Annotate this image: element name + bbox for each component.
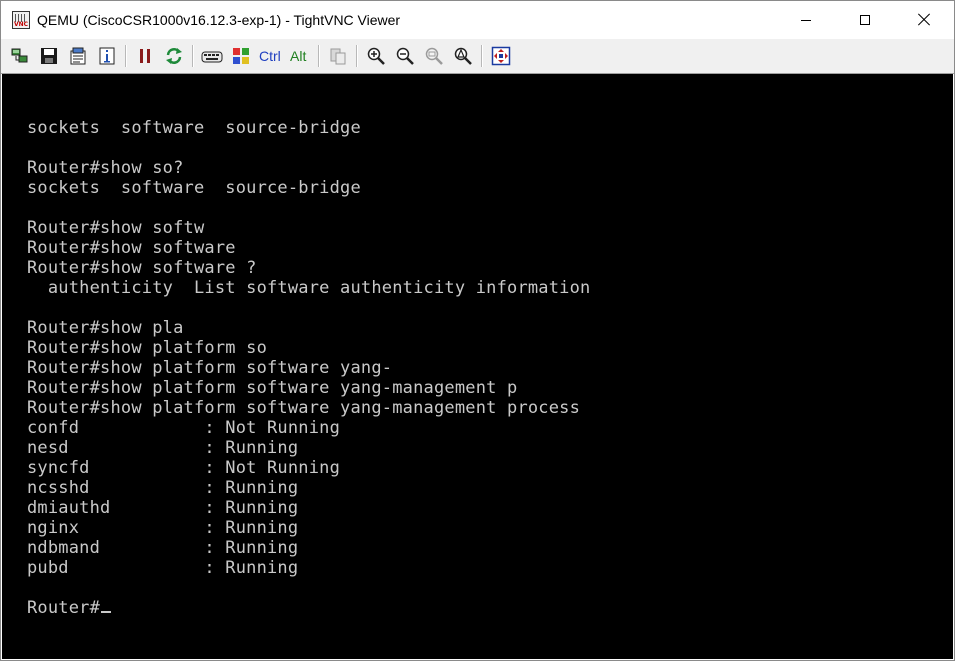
- ctrl-alt-del-icon: [201, 51, 223, 63]
- options-button[interactable]: [67, 45, 89, 67]
- vnc-viewer-window: VNC QEMU (CiscoCSR1000v16.12.3-exp-1) - …: [0, 0, 955, 661]
- toolbar-separator: [192, 45, 194, 67]
- windows-start-icon: [233, 48, 249, 64]
- zoom-out-icon: [396, 47, 414, 65]
- console-line: Router#show platform so: [27, 338, 268, 358]
- console-line: sockets software source-bridge: [27, 118, 361, 138]
- prompt-line[interactable]: Router#: [27, 598, 590, 618]
- console-line: Router#show software ?: [27, 258, 257, 278]
- minimize-button[interactable]: [777, 1, 835, 39]
- console-line: Router#show platform software yang-: [27, 358, 393, 378]
- full-screen-button[interactable]: [490, 45, 512, 67]
- alt-toggle-button[interactable]: Alt: [290, 47, 306, 65]
- ctrl-esc-button[interactable]: [230, 45, 252, 67]
- transfer-clipboard-button[interactable]: [327, 45, 349, 67]
- console-line: authenticity List software authenticity …: [27, 278, 591, 298]
- options-icon: [70, 47, 86, 65]
- zoom-100-icon: [425, 47, 443, 65]
- router-console[interactable]: sockets software source-bridge Router#sh…: [27, 118, 590, 618]
- info-icon: [99, 47, 115, 65]
- full-screen-icon: [491, 46, 511, 66]
- save-session-button[interactable]: [38, 45, 60, 67]
- console-line: Router#show softw: [27, 218, 205, 238]
- console-line: Router#show platform software yang-manag…: [27, 378, 518, 398]
- pause-icon: [140, 49, 150, 63]
- toolbar: Ctrl Alt: [1, 39, 954, 74]
- zoom-out-button[interactable]: [394, 45, 416, 67]
- new-connection-button[interactable]: [9, 45, 31, 67]
- floppy-disk-icon: [41, 48, 57, 64]
- zoom-100-button[interactable]: [423, 45, 445, 67]
- pause-button[interactable]: [134, 45, 156, 67]
- new-connection-icon: [11, 48, 28, 63]
- refresh-icon: [166, 48, 182, 64]
- toolbar-separator: [356, 45, 358, 67]
- console-line: sockets software source-bridge: [27, 178, 361, 198]
- console-line: dmiauthd : Running: [27, 498, 299, 518]
- close-button[interactable]: [895, 1, 953, 39]
- toolbar-separator: [125, 45, 127, 67]
- remote-desktop-screen[interactable]: sockets software source-bridge Router#sh…: [2, 74, 953, 659]
- zoom-in-button[interactable]: [365, 45, 387, 67]
- console-line: pubd : Running: [27, 558, 299, 578]
- tightvnc-app-icon[interactable]: VNC: [12, 11, 30, 29]
- maximize-icon: [860, 15, 870, 25]
- toolbar-separator: [481, 45, 483, 67]
- window-title: QEMU (CiscoCSR1000v16.12.3-exp-1) - Tigh…: [37, 12, 401, 28]
- console-line: nginx : Running: [27, 518, 299, 538]
- console-line: nesd : Running: [27, 438, 299, 458]
- zoom-in-icon: [367, 47, 385, 65]
- toolbar-separator: [318, 45, 320, 67]
- console-prompt: Router#: [27, 598, 101, 618]
- ctrl-alt-del-button[interactable]: [201, 45, 223, 67]
- console-line: Router#show pla: [27, 318, 184, 338]
- zoom-auto-button[interactable]: [452, 45, 474, 67]
- console-line: confd : Not Running: [27, 418, 341, 438]
- console-line: syncfd : Not Running: [27, 458, 341, 478]
- close-icon: [917, 13, 931, 27]
- app-icon-text: VNC: [14, 21, 29, 28]
- clipboard-icon: [330, 48, 346, 65]
- refresh-button[interactable]: [163, 45, 185, 67]
- zoom-auto-icon: [454, 47, 472, 65]
- connection-info-button[interactable]: [96, 45, 118, 67]
- console-line: Router#show software: [27, 238, 236, 258]
- title-bar[interactable]: VNC QEMU (CiscoCSR1000v16.12.3-exp-1) - …: [1, 1, 954, 39]
- console-line: ncsshd : Running: [27, 478, 299, 498]
- console-line: ndbmand : Running: [27, 538, 299, 558]
- text-cursor: [101, 611, 112, 613]
- console-line: Router#show so?: [27, 158, 184, 178]
- maximize-button[interactable]: [836, 1, 894, 39]
- console-line: Router#show platform software yang-manag…: [27, 398, 581, 418]
- ctrl-toggle-button[interactable]: Ctrl: [259, 47, 281, 65]
- minimize-icon: [801, 19, 811, 21]
